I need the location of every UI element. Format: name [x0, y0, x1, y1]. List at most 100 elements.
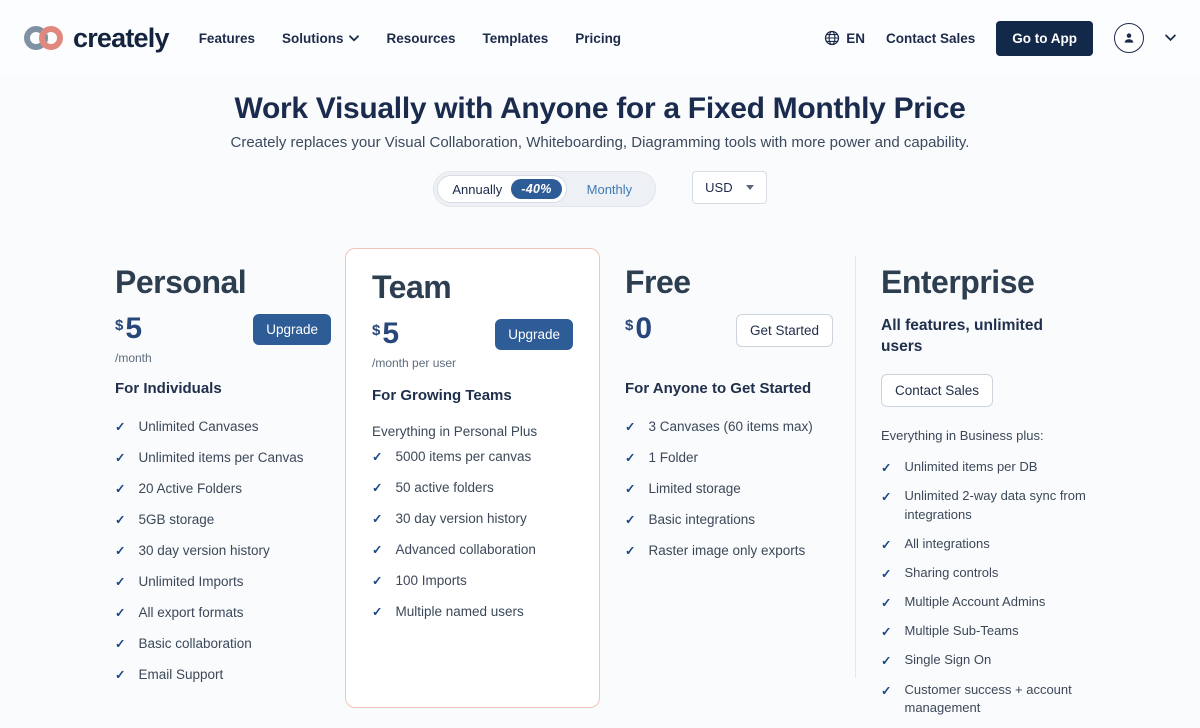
feature-item: ✓ All export formats: [115, 603, 331, 623]
plan-team-tagline: For Growing Teams: [372, 387, 573, 404]
header-right-actions: EN Contact Sales Go to App: [824, 21, 1176, 56]
nav-item-templates[interactable]: Templates: [483, 31, 549, 46]
creately-logo[interactable]: creately: [24, 23, 169, 54]
creately-wordmark: creately: [73, 23, 169, 54]
enterprise-contact-sales-button[interactable]: Contact Sales: [881, 374, 993, 407]
check-icon: ✓: [115, 542, 125, 561]
feature-item: ✓ Customer success + account management: [881, 681, 1127, 719]
discount-badge: -40%: [511, 179, 561, 199]
feature-item: ✓ Raster image only exports: [625, 541, 833, 561]
feature-item: ✓ Advanced collaboration: [372, 540, 573, 560]
feature-item: ✓ 50 active folders: [372, 478, 573, 498]
feature-item: ✓ Unlimited items per DB: [881, 458, 1127, 477]
feature-item: ✓ Unlimited items per Canvas: [115, 448, 331, 468]
feature-item: ✓ Multiple Account Admins: [881, 593, 1127, 612]
feature-item: ✓ 5000 items per canvas: [372, 447, 573, 467]
check-icon: ✓: [372, 448, 382, 467]
language-label: EN: [846, 31, 865, 46]
annually-label: Annually: [452, 182, 502, 197]
toggle-monthly[interactable]: Monthly: [567, 182, 653, 197]
check-icon: ✓: [372, 541, 382, 560]
plan-team-price: $ 5: [372, 319, 456, 349]
check-icon: ✓: [372, 603, 382, 622]
currency-value: USD: [705, 180, 732, 195]
feature-item: ✓ Multiple Sub-Teams: [881, 622, 1127, 641]
billing-controls: Annually -40% Monthly USD: [0, 171, 1200, 207]
page-title: Work Visually with Anyone for a Fixed Mo…: [0, 92, 1200, 126]
plan-team: Team $ 5 /month per user Upgrade For Gro…: [345, 248, 600, 708]
plan-personal: Personal $ 5 /month Upgrade For Individu…: [115, 248, 331, 696]
plan-enterprise-tagline: All features, unlimited users: [881, 315, 1053, 358]
page-subtitle: Creately replaces your Visual Collaborat…: [0, 134, 1200, 151]
check-icon: ✓: [881, 594, 891, 612]
feature-item: ✓ Email Support: [115, 665, 331, 685]
feature-item: ✓ Single Sign On: [881, 651, 1127, 670]
personal-upgrade-button[interactable]: Upgrade: [253, 314, 331, 345]
top-navigation-bar: creately Features Solutions Resources Te…: [0, 0, 1200, 76]
check-icon: ✓: [115, 449, 125, 468]
check-icon: ✓: [372, 479, 382, 498]
plan-team-lead: Everything in Personal Plus: [372, 424, 573, 439]
column-divider: [855, 256, 856, 678]
feature-item: ✓ 30 day version history: [372, 509, 573, 529]
check-icon: ✓: [881, 565, 891, 583]
feature-item: ✓ 1 Folder: [625, 448, 833, 468]
feature-item: ✓ 30 day version history: [115, 541, 331, 561]
language-selector[interactable]: EN: [824, 30, 865, 46]
team-feature-list: ✓ 5000 items per canvas ✓ 50 active fold…: [372, 447, 573, 622]
check-icon: ✓: [881, 488, 891, 525]
plan-personal-tagline: For Individuals: [115, 380, 331, 397]
go-to-app-button[interactable]: Go to App: [996, 21, 1093, 56]
check-icon: ✓: [625, 542, 635, 561]
main-nav: Features Solutions Resources Templates P…: [199, 31, 621, 46]
plan-free-price: $ 0: [625, 314, 652, 344]
check-icon: ✓: [881, 623, 891, 641]
feature-item: ✓ Limited storage: [625, 479, 833, 499]
nav-item-features[interactable]: Features: [199, 31, 255, 46]
check-icon: ✓: [625, 449, 635, 468]
check-icon: ✓: [881, 682, 891, 719]
feature-item: ✓ Unlimited Imports: [115, 572, 331, 592]
contact-sales-link[interactable]: Contact Sales: [886, 31, 975, 46]
check-icon: ✓: [372, 510, 382, 529]
toggle-annually[interactable]: Annually -40%: [437, 175, 566, 203]
check-icon: ✓: [881, 652, 891, 670]
check-icon: ✓: [115, 573, 125, 592]
feature-item: ✓ Multiple named users: [372, 602, 573, 622]
feature-item: ✓ Unlimited Canvases: [115, 417, 331, 437]
check-icon: ✓: [115, 666, 125, 685]
check-icon: ✓: [625, 480, 635, 499]
account-menu-chevron-icon[interactable]: [1165, 34, 1176, 42]
feature-item: ✓ Sharing controls: [881, 564, 1127, 583]
team-upgrade-button[interactable]: Upgrade: [495, 319, 573, 350]
check-icon: ✓: [372, 572, 382, 591]
free-get-started-button[interactable]: Get Started: [736, 314, 833, 347]
currency-dropdown[interactable]: USD: [692, 171, 766, 204]
billing-period-toggle: Annually -40% Monthly: [433, 171, 656, 207]
check-icon: ✓: [115, 635, 125, 654]
nav-item-pricing[interactable]: Pricing: [575, 31, 621, 46]
plan-free: Free $ 0 Get Started For Anyone to Get S…: [625, 248, 833, 572]
feature-item: ✓ 20 Active Folders: [115, 479, 331, 499]
plan-team-period: /month per user: [372, 356, 456, 370]
globe-icon: [824, 30, 840, 46]
check-icon: ✓: [625, 418, 635, 437]
hero-section: Work Visually with Anyone for a Fixed Mo…: [0, 92, 1200, 151]
check-icon: ✓: [115, 418, 125, 437]
check-icon: ✓: [625, 511, 635, 530]
check-icon: ✓: [881, 459, 891, 477]
account-avatar[interactable]: [1114, 23, 1144, 53]
nav-item-solutions[interactable]: Solutions: [282, 31, 360, 46]
plan-free-name: Free: [625, 264, 833, 301]
feature-item: ✓ 5GB storage: [115, 510, 331, 530]
plan-enterprise-lead: Everything in Business plus:: [881, 428, 1127, 443]
nav-item-resources[interactable]: Resources: [386, 31, 455, 46]
plan-personal-name: Personal: [115, 264, 331, 301]
plan-personal-price: $ 5: [115, 314, 152, 344]
plan-team-name: Team: [372, 269, 573, 306]
check-icon: ✓: [881, 536, 891, 554]
plan-enterprise: Enterprise All features, unlimited users…: [881, 248, 1127, 728]
enterprise-feature-list: ✓ Unlimited items per DB ✓ Unlimited 2-w…: [881, 458, 1127, 718]
chevron-down-icon: [746, 185, 754, 190]
check-icon: ✓: [115, 480, 125, 499]
